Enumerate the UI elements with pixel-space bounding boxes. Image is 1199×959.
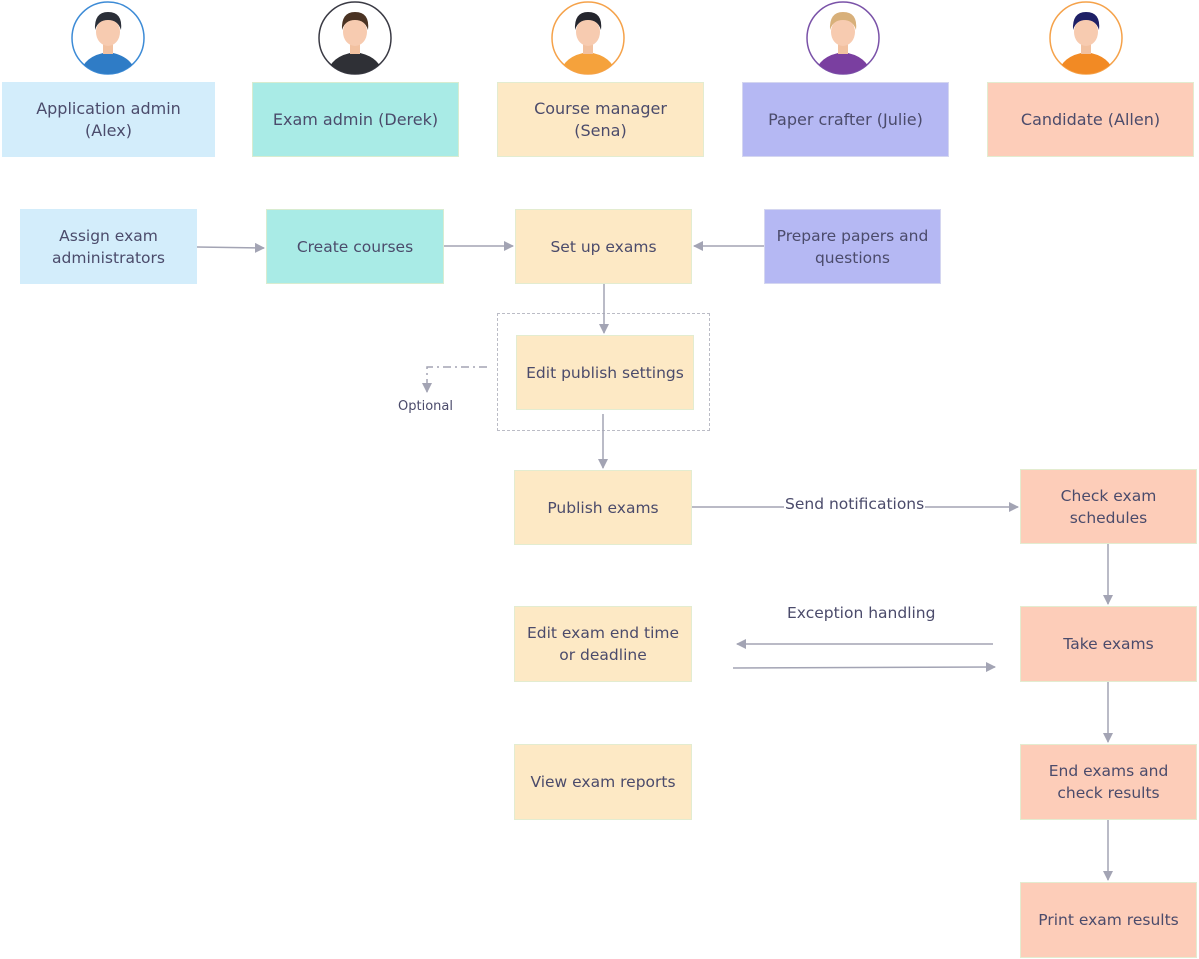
step-take-exams: Take exams	[1020, 606, 1197, 682]
step-assign-admins: Assign exam administrators	[20, 209, 197, 284]
optional-label: Optional	[397, 399, 454, 414]
arrow-assign-to-create	[196, 242, 265, 253]
step-label: Prepare papers and questions	[776, 226, 929, 267]
arrow-optional	[422, 366, 487, 393]
step-label: Assign exam administrators	[52, 226, 165, 267]
step-print-results: Print exam results	[1020, 882, 1197, 958]
exception-handling-label: Exception handling	[786, 604, 937, 622]
step-label: Check exam schedules	[1060, 486, 1157, 527]
step-view-reports: View exam reports	[514, 744, 692, 820]
step-label: Publish exams	[547, 498, 659, 517]
step-check-schedules: Check exam schedules	[1020, 469, 1197, 544]
step-create-courses: Create courses	[266, 209, 444, 284]
step-label: Set up exams	[550, 237, 657, 256]
step-set-up-exams: Set up exams	[515, 209, 692, 284]
step-label: End exams and check results	[1048, 762, 1169, 802]
arrow-edit-end-to-take	[732, 662, 996, 673]
step-label: Create courses	[296, 237, 414, 256]
step-label: View exam reports	[530, 773, 676, 791]
step-prepare-papers: Prepare papers and questions	[764, 209, 941, 284]
step-label: Edit exam end time or deadline	[526, 624, 680, 664]
step-edit-end-time: Edit exam end time or deadline	[514, 606, 692, 682]
step-label: Edit publish settings	[526, 363, 684, 382]
step-edit-publish-settings: Edit publish settings	[516, 335, 694, 410]
step-label: Print exam results	[1038, 911, 1179, 929]
step-publish-exams: Publish exams	[514, 470, 692, 545]
send-notifications-label: Send notifications	[784, 495, 926, 513]
step-end-exams: End exams and check results	[1020, 744, 1197, 820]
step-label: Take exams	[1063, 635, 1154, 653]
